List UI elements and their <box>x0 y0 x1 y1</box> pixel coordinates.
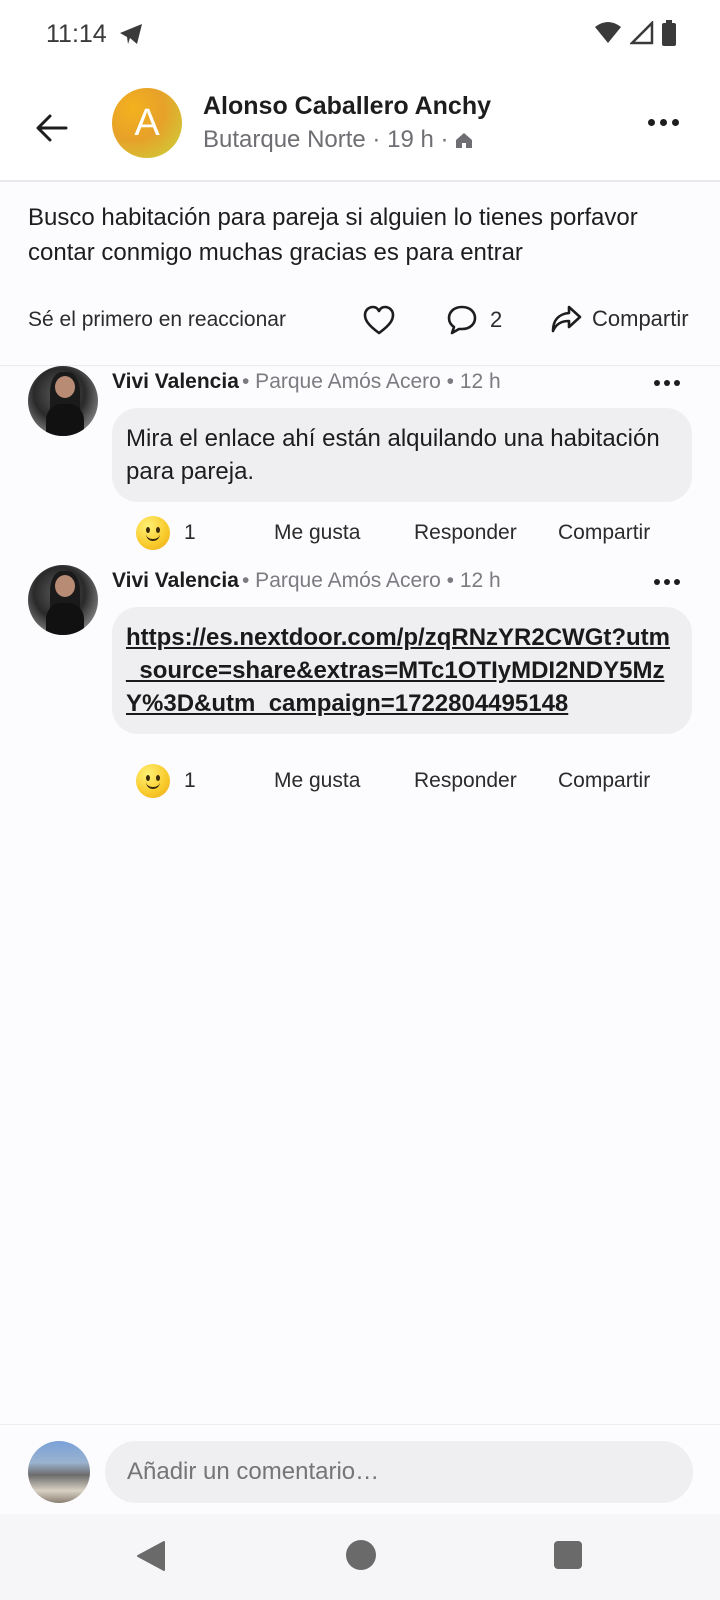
comment-bubble: Mira el enlace ahí están alquilando una … <box>112 408 692 502</box>
reaction-prompt: Sé el primero en reaccionar <box>28 308 286 331</box>
commenter-name[interactable]: Vivi Valencia <box>112 370 239 394</box>
share-label: Compartir <box>592 306 689 331</box>
back-button[interactable] <box>30 106 74 150</box>
home-icon <box>456 133 473 148</box>
comment-bubble: https://es.nextdoor.com/p/zqRNzYR2CWGt?u… <box>112 607 692 734</box>
reaction-count: 1 <box>184 521 196 544</box>
signal-icon <box>628 19 654 50</box>
comment-button[interactable]: 2 <box>446 304 502 336</box>
telegram-icon <box>118 22 144 51</box>
comment-composer <box>0 1424 720 1514</box>
more-options-button[interactable] <box>648 112 684 132</box>
comment-meta: • Parque Amós Acero • 12 h <box>242 370 501 393</box>
post-header: A Alonso Caballero Anchy Butarque Norte … <box>0 72 720 182</box>
post-actions: Sé el primero en reaccionar 2 Compartir <box>0 296 720 366</box>
commenter-avatar[interactable] <box>28 366 98 436</box>
comment-actions: 1 Me gusta Responder Compartir <box>136 764 650 798</box>
comment-share-button[interactable]: Compartir <box>558 769 650 793</box>
more-icon <box>648 118 655 126</box>
nav-recents-icon[interactable] <box>554 1541 582 1569</box>
comment-meta: • Parque Amós Acero • 12 h <box>242 569 501 592</box>
more-icon <box>654 579 660 585</box>
wifi-icon <box>594 21 622 50</box>
commenter-avatar[interactable] <box>28 565 98 635</box>
status-bar: 11:14 <box>0 0 720 72</box>
comment-input[interactable] <box>105 1441 693 1503</box>
share-button[interactable]: Compartir <box>550 304 689 334</box>
comment-text: Mira el enlace ahí están alquilando una … <box>126 425 660 485</box>
author-meta: Butarque Norte · 19 h · <box>203 126 474 154</box>
comment-icon <box>447 305 477 335</box>
commenter-name[interactable]: Vivi Valencia <box>112 569 239 593</box>
author-meta-text: Butarque Norte · 19 h · <box>203 126 449 153</box>
user-avatar[interactable] <box>28 1441 90 1503</box>
comment-more-button[interactable] <box>654 579 680 585</box>
comment-more-button[interactable] <box>654 380 680 386</box>
smile-emoji-icon[interactable] <box>136 516 170 550</box>
reaction-count: 1 <box>184 769 196 792</box>
heart-icon <box>363 305 395 335</box>
nav-home-icon[interactable] <box>346 1540 376 1570</box>
like-button[interactable]: Me gusta <box>274 769 414 793</box>
smile-emoji-icon[interactable] <box>136 764 170 798</box>
system-nav-bar <box>0 1514 720 1600</box>
like-button[interactable]: Me gusta <box>274 521 414 545</box>
comment-actions: 1 Me gusta Responder Compartir <box>136 516 650 550</box>
react-button[interactable] <box>362 304 396 338</box>
battery-icon <box>662 20 676 51</box>
comment-link[interactable]: https://es.nextdoor.com/p/zqRNzYR2CWGt?u… <box>126 624 670 717</box>
more-icon <box>654 380 660 386</box>
post-text: Busco habitación para pareja si alguien … <box>28 204 638 266</box>
comment-share-button[interactable]: Compartir <box>558 521 650 545</box>
comment-count: 2 <box>490 307 503 332</box>
arrow-left-icon <box>36 114 68 142</box>
reply-button[interactable]: Responder <box>414 769 558 793</box>
author-avatar[interactable]: A <box>112 88 182 158</box>
nav-back-icon[interactable] <box>136 1540 166 1577</box>
author-name[interactable]: Alonso Caballero Anchy <box>203 92 491 121</box>
reply-button[interactable]: Responder <box>414 521 558 545</box>
share-icon <box>551 305 582 333</box>
status-time: 11:14 <box>46 20 107 48</box>
